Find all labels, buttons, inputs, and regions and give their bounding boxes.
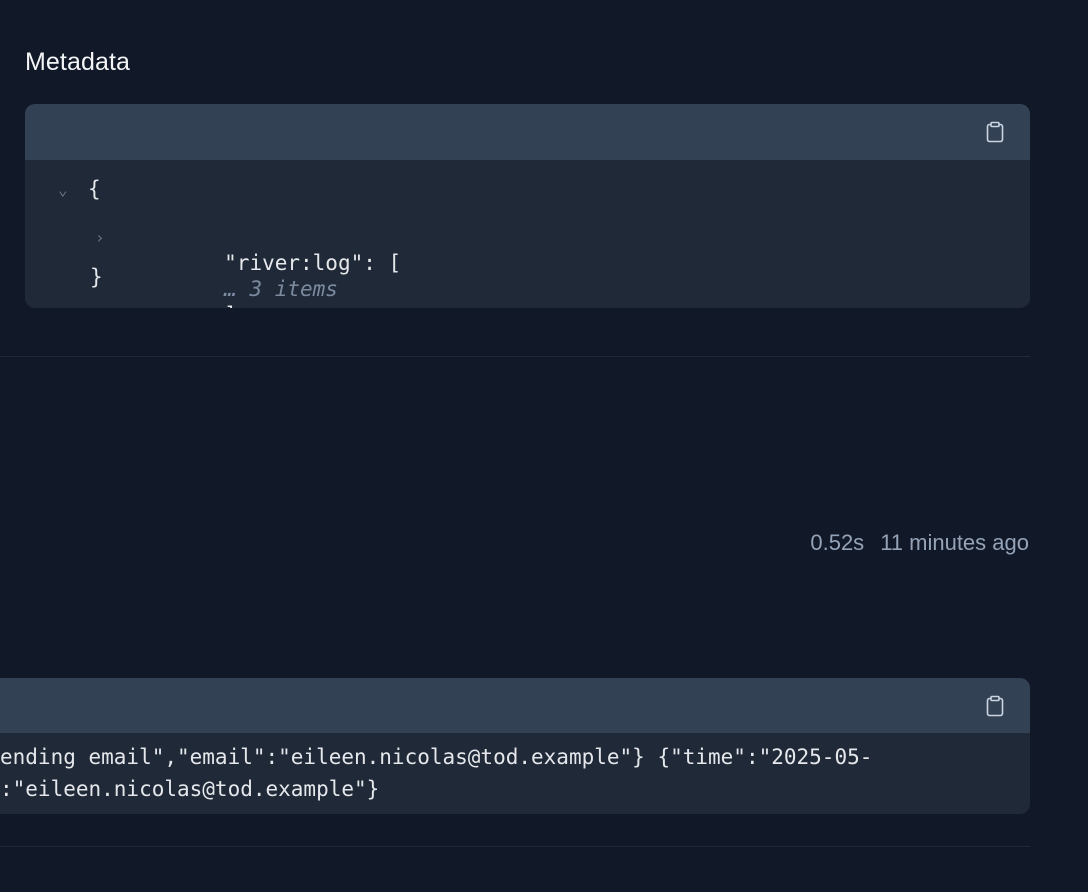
metadata-title: Metadata (25, 48, 131, 76)
metadata-json-viewer: ⌄ { › "river:log": [ … 3 items ] } (25, 104, 1030, 308)
json-entry-close: ] (224, 303, 237, 308)
json-entry-hint: … 3 items (224, 277, 338, 301)
log-line-2: :"eileen.nicolas@tod.example"} (0, 777, 380, 801)
section-divider (0, 846, 1030, 847)
chevron-down-icon[interactable]: ⌄ (58, 180, 68, 199)
clipboard-icon (986, 121, 1004, 143)
json-close-brace: } (90, 265, 103, 289)
copy-log-button[interactable] (986, 695, 1004, 717)
log-output-viewer: ending email","email":"eileen.nicolas@to… (0, 678, 1030, 814)
copy-metadata-button[interactable] (986, 121, 1004, 143)
clipboard-icon (986, 695, 1004, 717)
chevron-right-icon[interactable]: › (95, 228, 105, 247)
metadata-card-header (25, 104, 1030, 160)
json-entry-key: "river:log": [ (224, 251, 402, 275)
run-duration: 0.52s (810, 530, 865, 555)
page: Metadata ⌄ { › "river:log": [ … 3 items … (0, 0, 1088, 892)
log-card-header (0, 678, 1030, 733)
json-entry-river-log[interactable]: "river:log": [ … 3 items ] (123, 224, 401, 308)
json-open-brace: { (88, 177, 101, 201)
run-info: 0.52s 11 minutes ago (810, 530, 1029, 556)
run-relative-time: 11 minutes ago (880, 530, 1029, 555)
log-line-1: ending email","email":"eileen.nicolas@to… (0, 745, 873, 769)
section-divider (0, 356, 1030, 357)
